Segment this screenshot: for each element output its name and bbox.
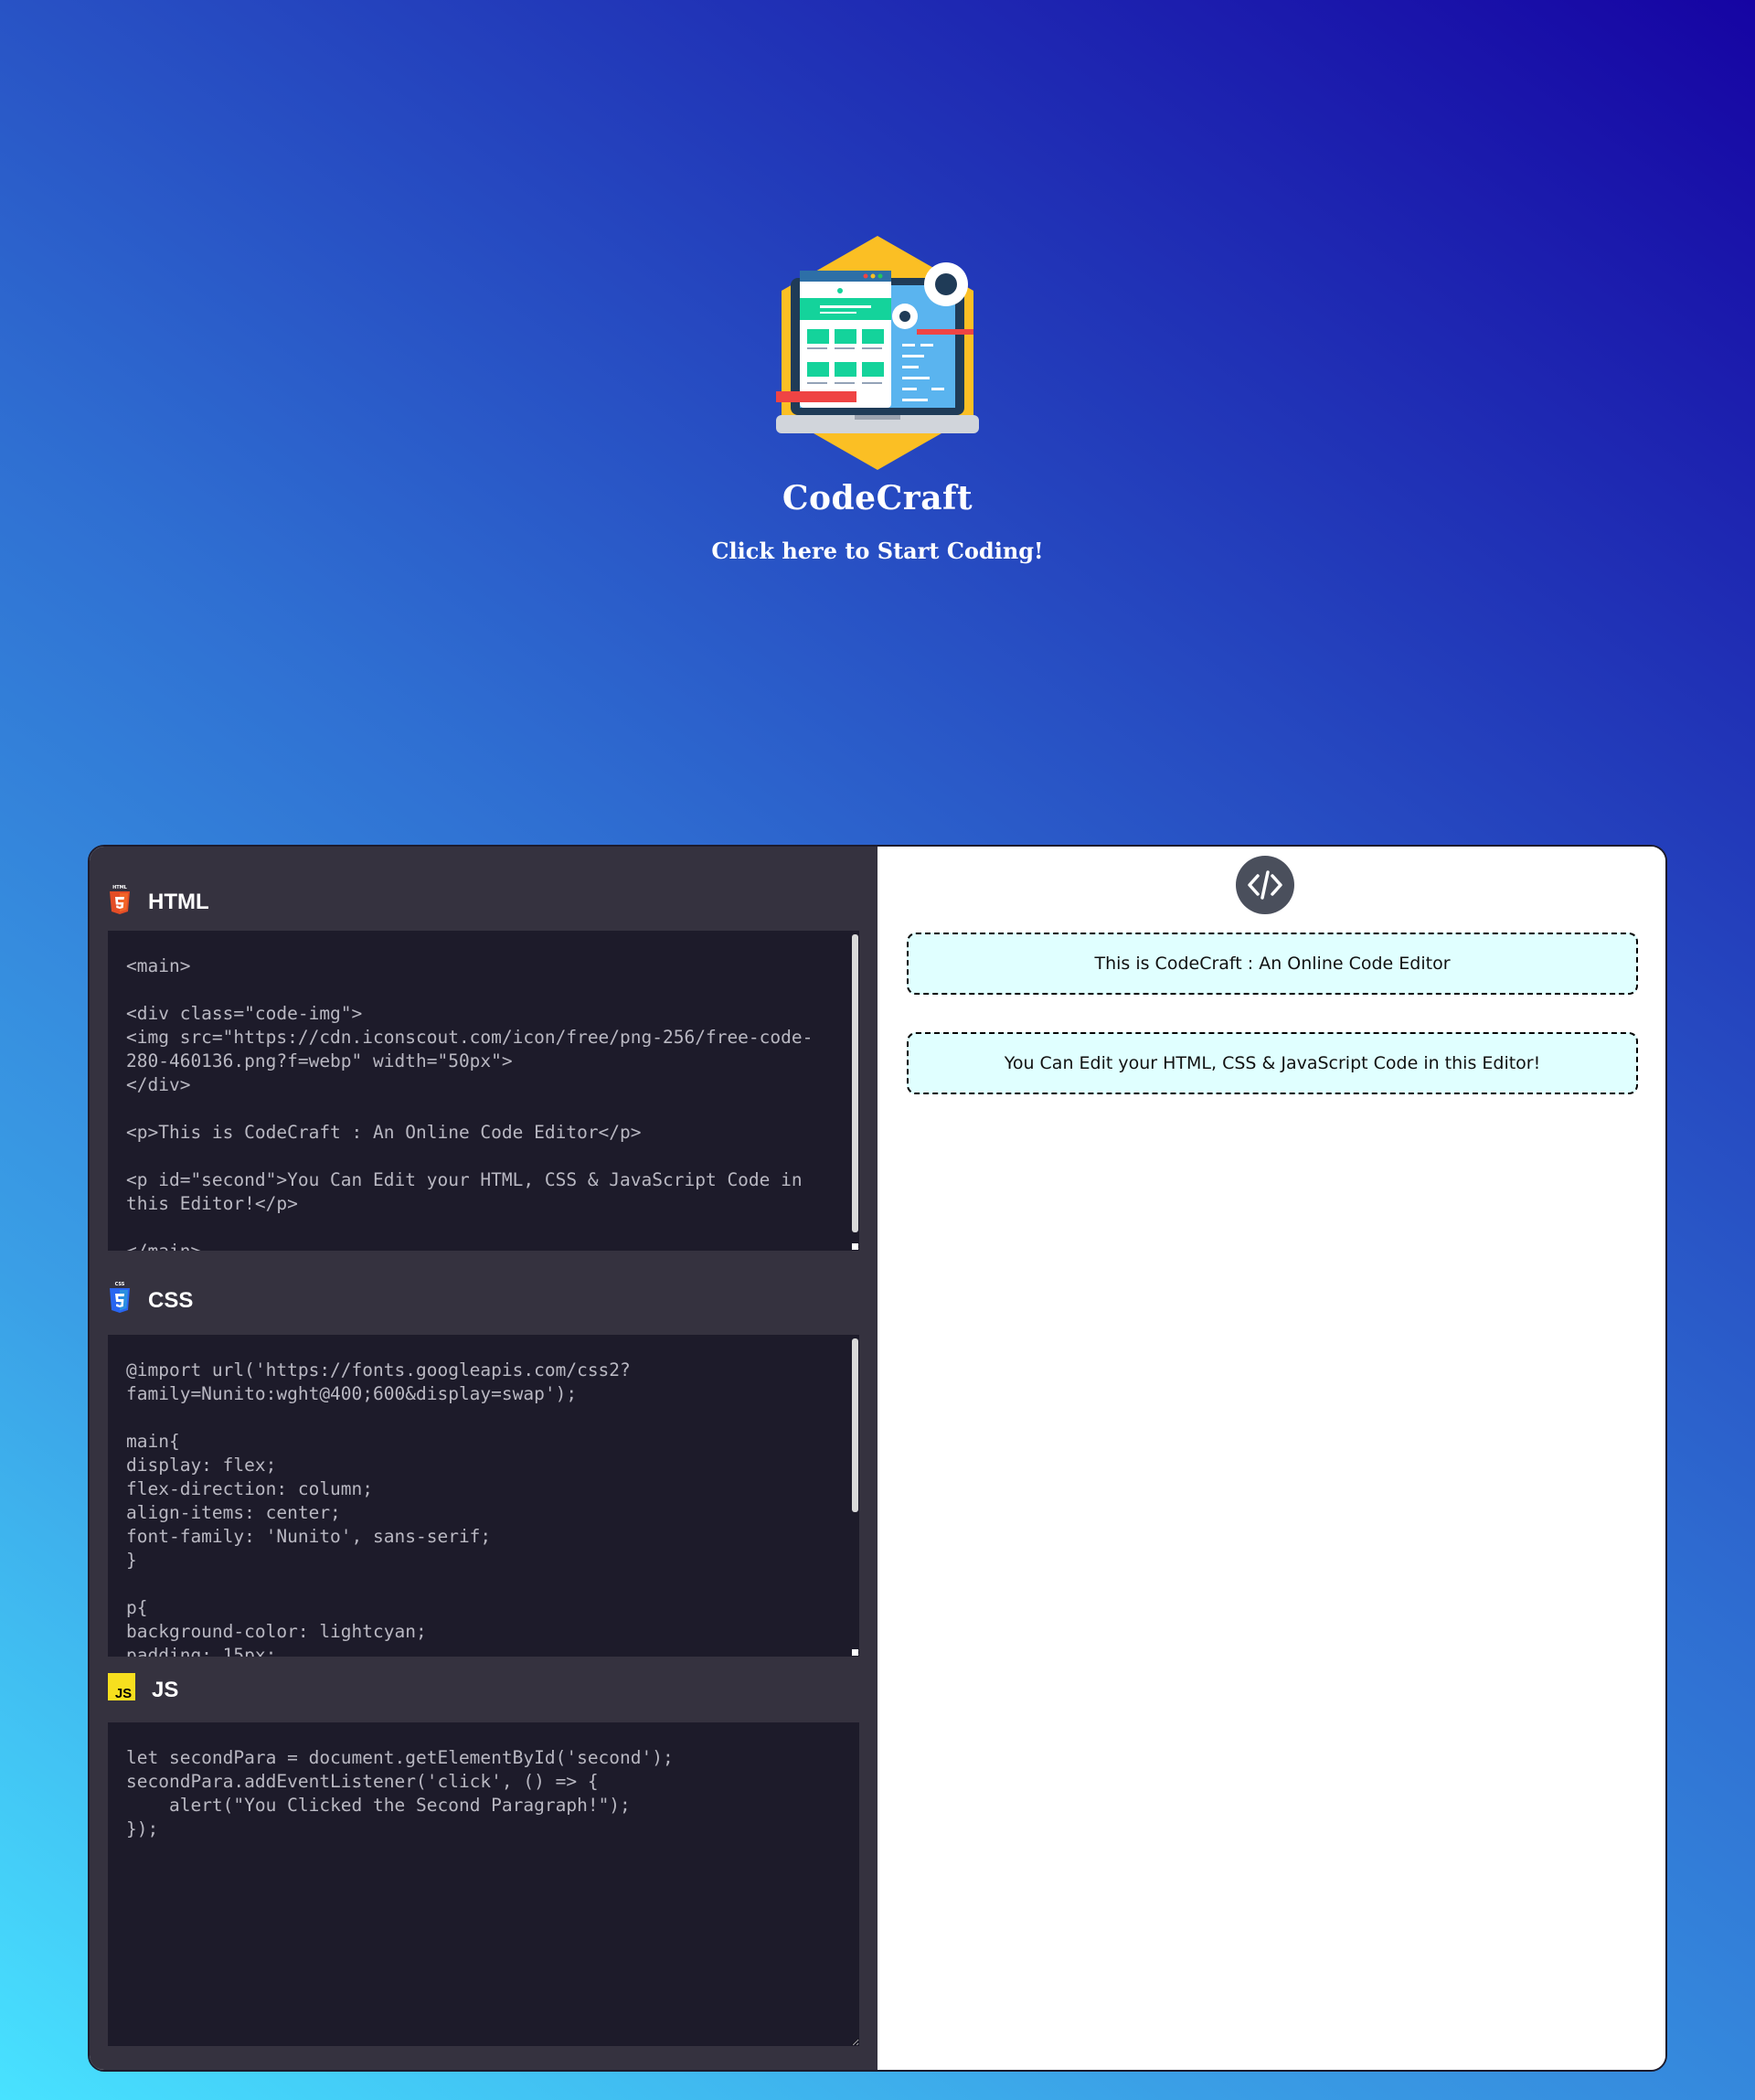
- css-pane-header: CSS CSS: [108, 1280, 193, 1321]
- css-resize-handle[interactable]: [852, 1649, 858, 1656]
- css-scrollbar[interactable]: [852, 1338, 858, 1512]
- css-code-input[interactable]: @import url('https://fonts.googleapis.co…: [108, 1335, 859, 1657]
- brand-title: CodeCraft: [782, 479, 973, 517]
- js-code-input[interactable]: let secondPara = document.getElementById…: [108, 1722, 859, 2046]
- preview-paragraph-second[interactable]: You Can Edit your HTML, CSS & JavaScript…: [907, 1032, 1638, 1094]
- html5-icon: HTML: [108, 883, 132, 921]
- html-code-input[interactable]: <main> <div class="code-img"> <img src="…: [108, 931, 859, 1251]
- code-tag-icon[interactable]: [1236, 856, 1294, 914]
- preview-paragraph-first: This is CodeCraft : An Online Code Edito…: [907, 933, 1638, 995]
- code-editor: HTML HTML <main> <div class="code-img"> …: [88, 845, 1667, 2072]
- css3-icon: CSS: [108, 1280, 132, 1321]
- editor-panes: HTML HTML <main> <div class="code-img"> …: [90, 847, 878, 2070]
- js-badge-text: JS: [115, 1686, 132, 1700]
- html-pane-header: HTML HTML: [108, 883, 209, 921]
- js-pane-title: JS: [152, 1677, 179, 1702]
- start-coding-link[interactable]: Click here to Start Coding!: [711, 538, 1043, 564]
- css-pane-title: CSS: [148, 1287, 194, 1313]
- laptop-code-logo: [763, 234, 992, 474]
- html-badge-text: HTML: [112, 885, 128, 890]
- html-scrollbar[interactable]: [852, 934, 858, 1232]
- html-resize-handle[interactable]: [852, 1243, 858, 1250]
- html-pane-title: HTML: [148, 889, 209, 914]
- css-badge-text: CSS: [115, 1282, 125, 1287]
- preview-pane: This is CodeCraft : An Online Code Edito…: [878, 847, 1665, 2070]
- js-icon: JS: [108, 1673, 135, 1707]
- js-pane-header: JS JS: [108, 1673, 178, 1707]
- hero: CodeCraft Click here to Start Coding!: [0, 0, 1755, 823]
